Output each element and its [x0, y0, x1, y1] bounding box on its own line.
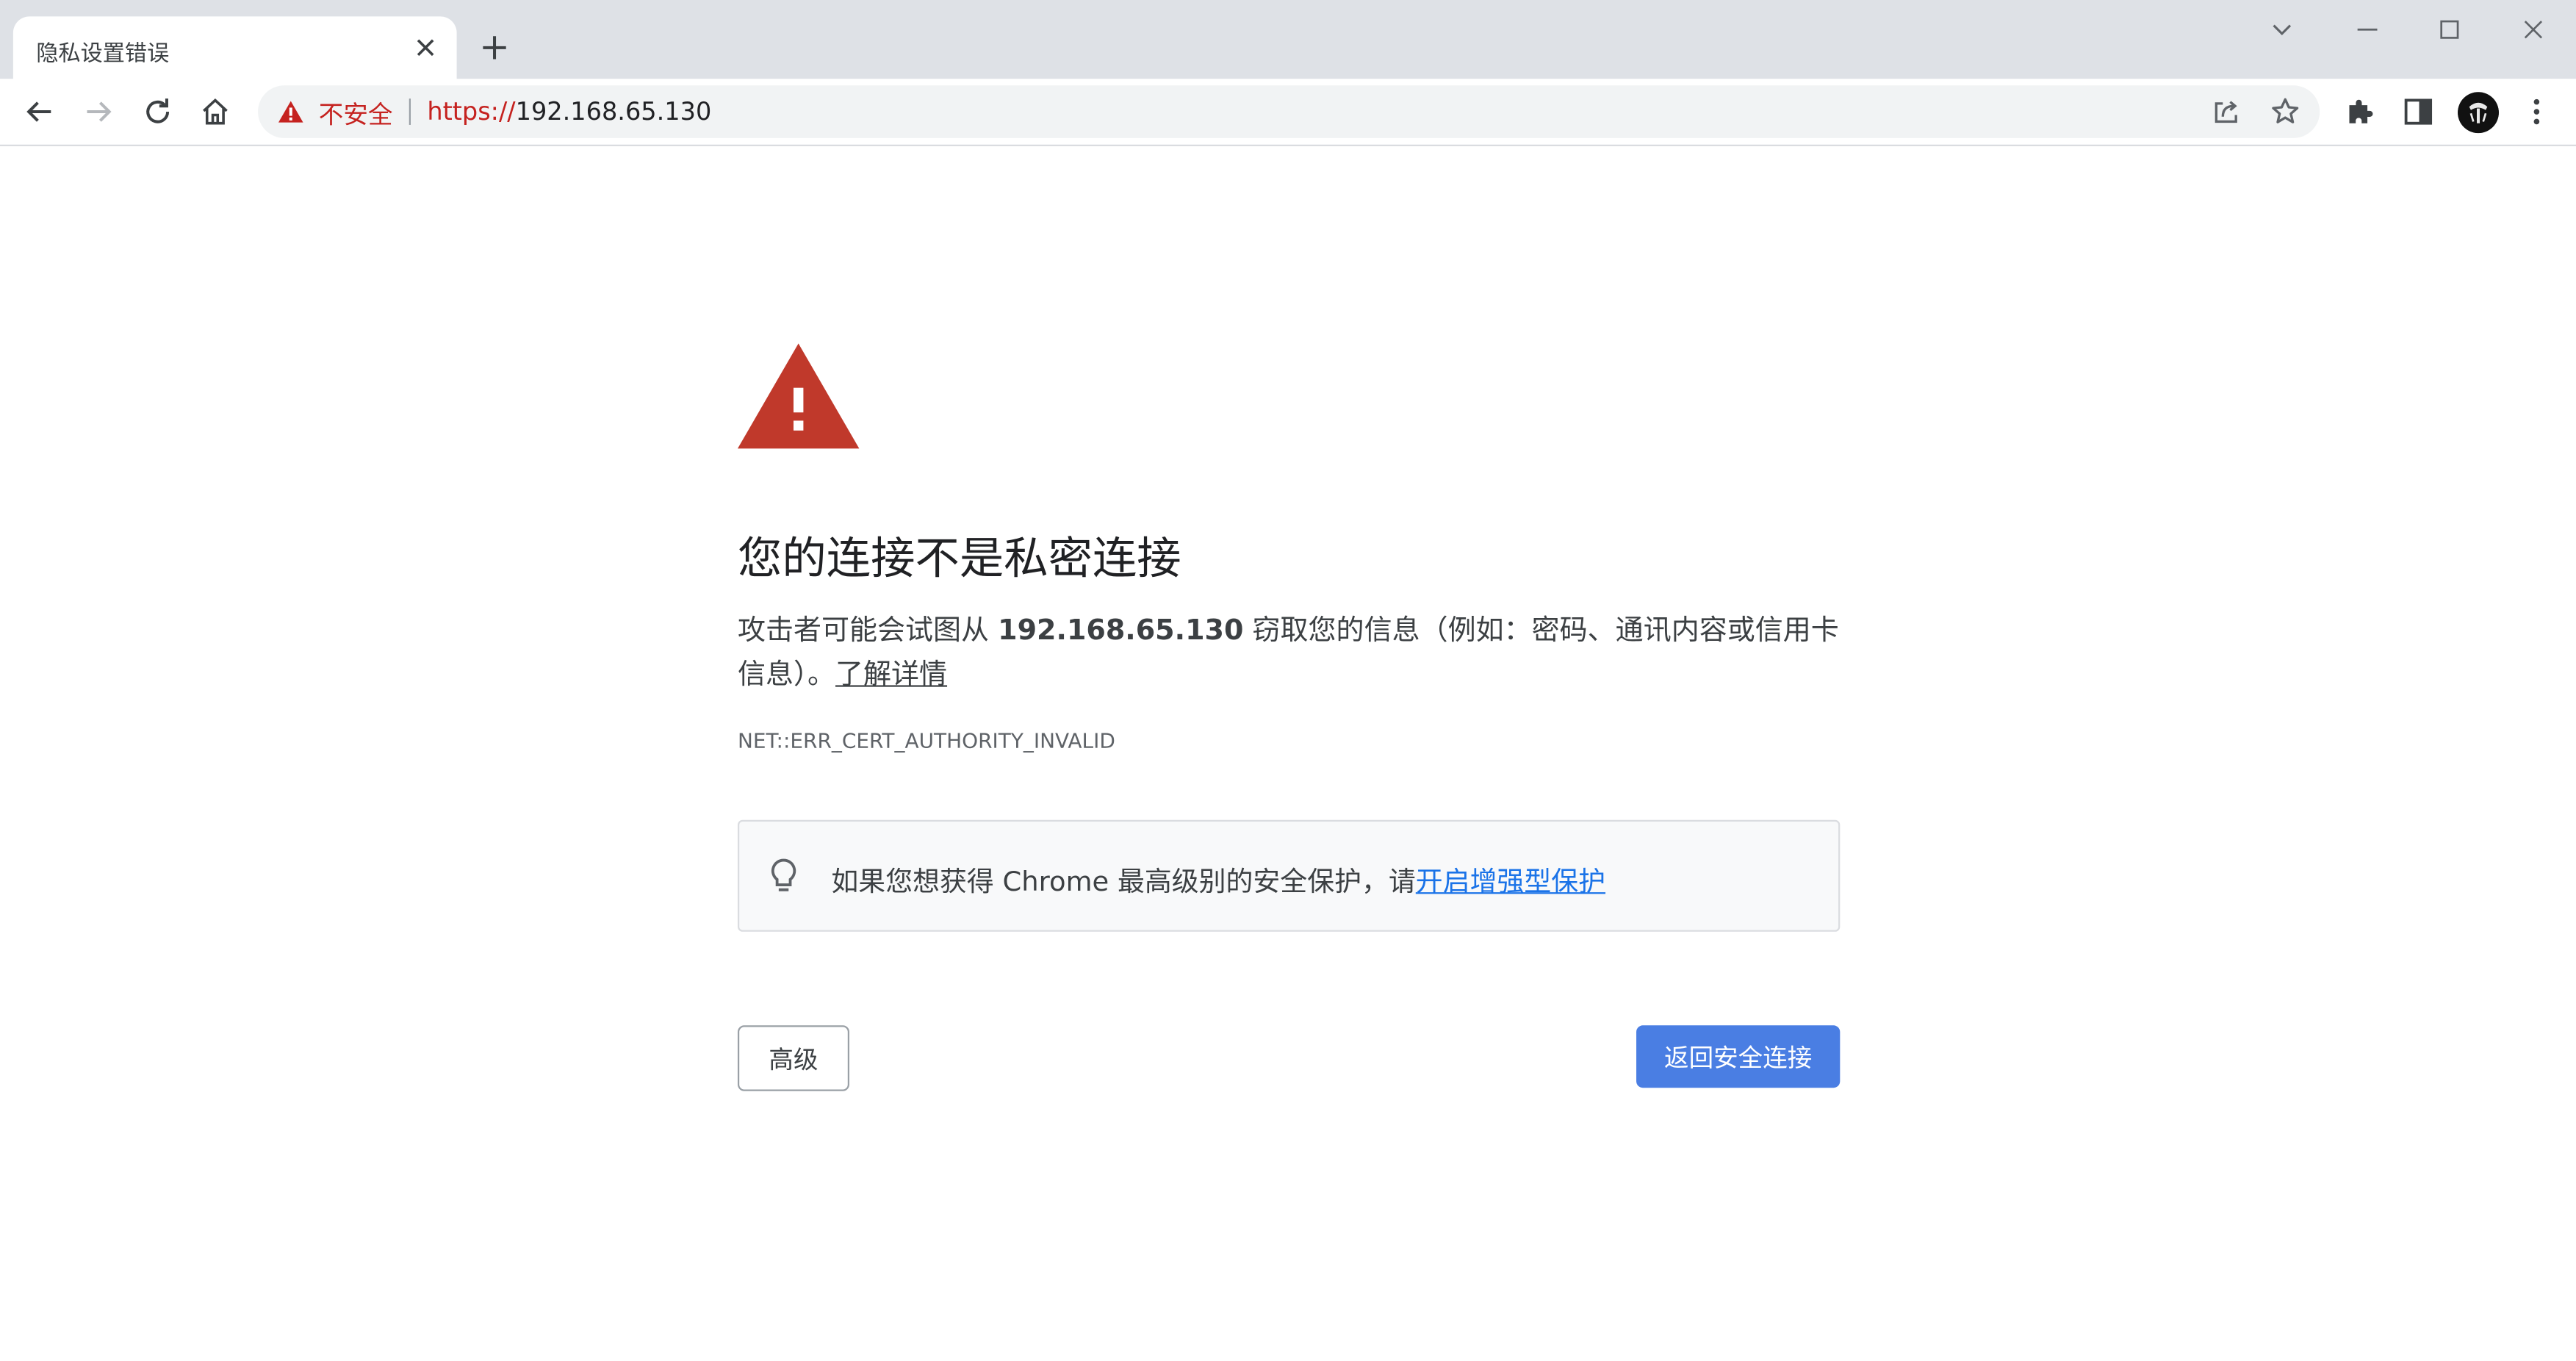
url-text[interactable]: https://192.168.65.130	[427, 97, 711, 126]
bookmark-star-icon[interactable]	[2269, 96, 2302, 129]
close-tab-icon[interactable]	[411, 33, 440, 62]
not-secure-warning-icon[interactable]	[278, 100, 304, 123]
minimize-icon[interactable]	[2351, 13, 2384, 46]
url-scheme: https://	[427, 96, 516, 127]
tab-strip: 隐私设置错误	[0, 0, 2576, 79]
lightbulb-icon	[771, 858, 796, 891]
new-tab-icon[interactable]	[476, 29, 512, 65]
tip-text: 如果您想获得 Chrome 最高级别的安全保护，请开启增强型保护	[831, 859, 1605, 899]
back-icon[interactable]	[21, 93, 57, 129]
url-host: 192.168.65.130	[515, 96, 712, 127]
side-panel-icon[interactable]	[2400, 93, 2436, 129]
profile-avatar[interactable]	[2458, 92, 2499, 134]
toolbar: 不安全 https://192.168.65.130	[0, 79, 2576, 147]
profile-avatar-image	[2458, 92, 2499, 134]
maximize-icon[interactable]	[2433, 13, 2467, 46]
extensions-icon[interactable]	[2343, 93, 2379, 129]
description: 攻击者可能会试图从 192.168.65.130 窃取您的信息（例如：密码、通讯…	[738, 610, 1840, 699]
close-window-icon[interactable]	[2517, 13, 2550, 46]
enhanced-protection-tip: 如果您想获得 Chrome 最高级别的安全保护，请开启增强型保护	[737, 819, 1841, 932]
learn-more-link[interactable]: 了解详情	[835, 659, 947, 692]
description-text-1: 攻击者可能会试图从	[737, 614, 999, 647]
address-bar[interactable]: 不安全 https://192.168.65.130	[258, 85, 2320, 138]
forward-icon[interactable]	[81, 93, 117, 129]
not-secure-label[interactable]: 不安全	[319, 97, 393, 132]
omnibox-divider	[409, 98, 411, 125]
more-menu-icon[interactable]	[2519, 93, 2555, 129]
reload-icon[interactable]	[140, 93, 176, 129]
advanced-button[interactable]: 高级	[737, 1025, 850, 1091]
page-title: 您的连接不是私密连接	[737, 534, 1181, 586]
tab-search-chevron-icon[interactable]	[2265, 13, 2298, 46]
tip-text-body: 如果您想获得 Chrome 最高级别的安全保护，请	[831, 866, 1416, 897]
home-icon[interactable]	[197, 93, 233, 129]
back-to-safety-button[interactable]: 返回安全连接	[1636, 1025, 1841, 1088]
active-tab[interactable]: 隐私设置错误	[12, 16, 457, 79]
share-icon[interactable]	[2209, 96, 2242, 129]
error-code: NET::ERR_CERT_AUTHORITY_INVALID	[737, 728, 1115, 753]
browser-window: 隐私设置错误 不安全 https://192.168.65.130 您的连接不是…	[0, 0, 2576, 1361]
enhanced-protection-link[interactable]: 开启增强型保护	[1416, 866, 1605, 897]
tab-title: 隐私设置错误	[36, 40, 170, 68]
warning-triangle-icon	[737, 343, 860, 449]
description-host: 192.168.65.130	[998, 614, 1244, 647]
